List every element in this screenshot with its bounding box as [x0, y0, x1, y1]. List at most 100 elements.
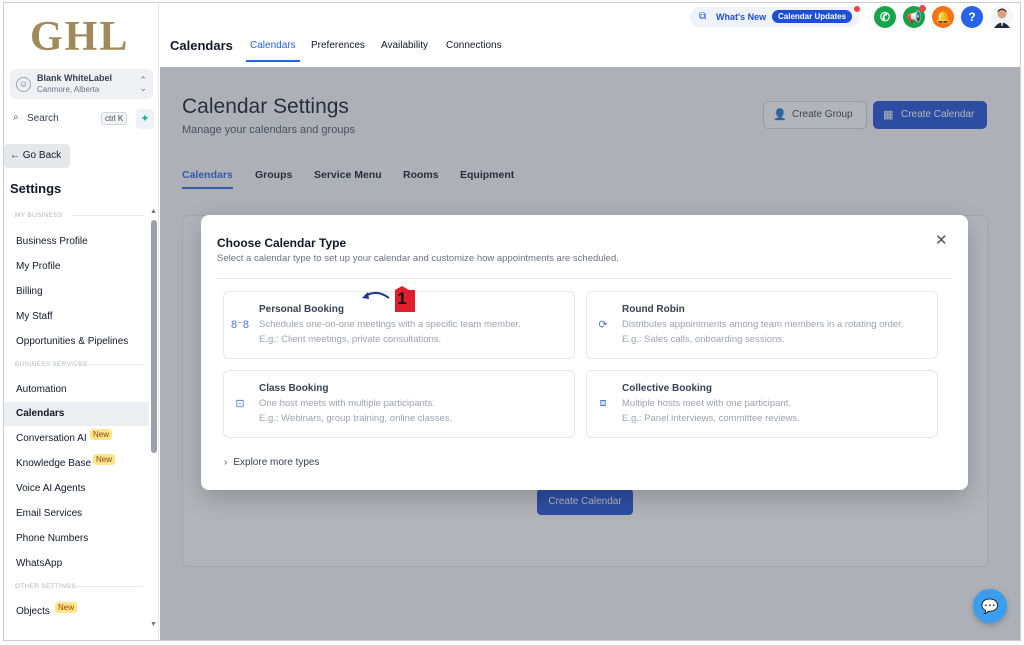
sidebar-item-label: Billing	[16, 286, 43, 297]
ai-sparkle-icon[interactable]: ✦	[136, 109, 154, 129]
sidebar-item-knowledge-base[interactable]: Knowledge Base New	[4, 452, 149, 476]
announcement-icon: ⧉	[699, 11, 707, 22]
search-icon: ⌕	[13, 112, 19, 123]
sidebar-item-billing[interactable]: Billing	[4, 280, 149, 304]
sidebar-item-whatsapp[interactable]: WhatsApp	[4, 552, 149, 576]
tab-connections[interactable]: Connections	[446, 40, 502, 51]
search-button[interactable]: ⌕ Search ctrl K	[10, 109, 130, 129]
option-description: One host meets with multiple participant…	[259, 398, 435, 409]
option-example: E.g.: Client meetings, private consultat…	[259, 334, 442, 345]
option-example: E.g.: Panel interviews, committee review…	[622, 413, 800, 424]
step-annotation: 1	[359, 286, 421, 316]
modal-subtitle: Select a calendar type to set up your ca…	[217, 253, 619, 264]
option-title: Personal Booking	[259, 304, 345, 315]
sidebar-item-my-staff[interactable]: My Staff	[4, 305, 149, 329]
new-badge: New	[90, 429, 113, 440]
app-window: GHL ☺ Blank WhiteLabel Canmore, Alberta …	[3, 2, 1021, 641]
sidebar-item-label: Business Profile	[16, 236, 88, 247]
option-round-robin[interactable]: ⟳ Round Robin Distributes appointments a…	[586, 291, 938, 359]
option-title: Round Robin	[622, 304, 685, 315]
sidebar-item-label: WhatsApp	[16, 558, 63, 569]
whats-new-label: What's New	[716, 12, 767, 22]
user-avatar[interactable]	[991, 6, 1013, 28]
sidebar-item-my-profile[interactable]: My Profile	[4, 255, 149, 279]
close-icon[interactable]: ✕	[935, 231, 948, 249]
sidebar-item-label: Knowledge Base	[16, 458, 92, 469]
sidebar-item-voice-ai-agents[interactable]: Voice AI Agents	[4, 477, 149, 501]
explore-more-types-toggle[interactable]: › Explore more types	[224, 457, 320, 468]
user-avatar-icon	[994, 8, 1010, 28]
choose-calendar-type-modal: Choose Calendar Type Select a calendar t…	[201, 215, 968, 490]
new-badge: New	[93, 454, 116, 465]
option-example: E.g.: Webinars, group training, online c…	[259, 413, 453, 424]
brand-logo: GHL	[30, 14, 130, 60]
sidebar-item-label: My Profile	[16, 261, 61, 272]
option-description: Multiple hosts meet with one participant…	[622, 398, 791, 409]
sidebar-item-objects[interactable]: Objects New	[4, 600, 149, 624]
sidebar-item-automation[interactable]: Automation	[4, 378, 149, 402]
scrollbar-thumb[interactable]	[151, 220, 157, 453]
round-robin-icon: ⟳	[598, 319, 608, 331]
scroll-up-icon[interactable]: ▲	[150, 208, 157, 215]
sidebar-scrollbar[interactable]: ▲ ▼	[150, 208, 158, 636]
option-title: Class Booking	[259, 383, 329, 394]
scroll-down-icon[interactable]: ▼	[150, 621, 157, 628]
account-name: Blank WhiteLabel	[37, 73, 113, 83]
go-back-button[interactable]: ← Go Back	[4, 144, 70, 168]
collective-booking-icon: ⧈	[599, 397, 607, 409]
step-number: 1	[397, 289, 407, 308]
new-badge: New	[55, 602, 78, 613]
explore-more-label: Explore more types	[233, 457, 320, 468]
sidebar-item-label: Calendars	[16, 408, 65, 419]
modal-title: Choose Calendar Type	[217, 236, 347, 250]
sidebar-item-conversation-ai[interactable]: Conversation AI New	[4, 427, 149, 451]
sidebar-item-label: Email Services	[16, 508, 83, 519]
section-my-business: MY BUSINESS	[15, 212, 142, 219]
calendar-updates-pill: Calendar Updates	[772, 10, 853, 23]
personal-booking-icon: 8⁻8	[230, 319, 250, 331]
divider	[217, 278, 952, 279]
whats-new-button[interactable]: ⧉ What's New Calendar Updates	[690, 6, 860, 27]
notification-dot	[854, 6, 860, 12]
tab-availability[interactable]: Availability	[381, 40, 428, 51]
tab-preferences[interactable]: Preferences	[311, 40, 365, 51]
option-description: Distributes appointments among team memb…	[622, 319, 904, 330]
search-shortcut: ctrl K	[101, 112, 128, 125]
account-switcher[interactable]: ☺ Blank WhiteLabel Canmore, Alberta ⌃ ⌄	[10, 69, 153, 99]
sidebar-item-label: Automation	[16, 384, 67, 395]
sidebar-item-label: Conversation AI	[16, 433, 87, 444]
chevron-updown-icon: ⌃ ⌄	[139, 75, 147, 93]
sidebar-item-email-services[interactable]: Email Services	[4, 502, 149, 526]
option-example: E.g.: Sales calls, onboarding sessions.	[622, 334, 785, 345]
search-label: Search	[27, 113, 59, 124]
tab-calendars[interactable]: Calendars	[246, 40, 300, 62]
phone-icon[interactable]: ✆	[874, 6, 896, 28]
sidebar-item-label: Phone Numbers	[16, 533, 89, 544]
arrow-left-icon: ←	[10, 150, 23, 161]
option-title: Collective Booking	[622, 383, 713, 394]
sidebar-item-label: Voice AI Agents	[16, 483, 86, 494]
section-other-settings: OTHER SETTINGS	[15, 583, 144, 590]
account-location: Canmore, Alberta	[37, 85, 100, 94]
class-booking-icon: ⊡	[235, 398, 245, 410]
sidebar-item-label: My Staff	[16, 311, 53, 322]
sidebar-item-calendars[interactable]: Calendars	[4, 402, 149, 426]
bell-icon[interactable]: 🔔	[932, 6, 954, 28]
option-collective-booking[interactable]: ⧈ Collective Booking Multiple hosts meet…	[586, 370, 938, 438]
option-description: Schedules one-on-one meetings with a spe…	[259, 319, 521, 330]
sidebar-item-label: Objects	[16, 606, 50, 617]
megaphone-icon[interactable]: 📢	[903, 5, 926, 28]
chevron-right-icon: ›	[224, 457, 228, 468]
settings-title: Settings	[10, 181, 62, 196]
section-business-services: BUSINESS SERVICES	[15, 361, 143, 368]
top-navigation: Calendars Calendars Preferences Availabi…	[160, 3, 1020, 67]
sidebar-item-phone-numbers[interactable]: Phone Numbers	[4, 527, 149, 551]
go-back-label: Go Back	[22, 150, 62, 161]
help-icon[interactable]: ?	[961, 6, 983, 28]
option-class-booking[interactable]: ⊡ Class Booking One host meets with mult…	[223, 370, 575, 438]
sidebar-item-opportunities[interactable]: Opportunities & Pipelines	[4, 330, 149, 354]
sidebar: GHL ☺ Blank WhiteLabel Canmore, Alberta …	[4, 3, 159, 640]
page-section-title: Calendars	[170, 38, 233, 53]
chat-support-icon[interactable]: 💬	[973, 589, 1007, 623]
sidebar-item-business-profile[interactable]: Business Profile	[4, 230, 149, 254]
